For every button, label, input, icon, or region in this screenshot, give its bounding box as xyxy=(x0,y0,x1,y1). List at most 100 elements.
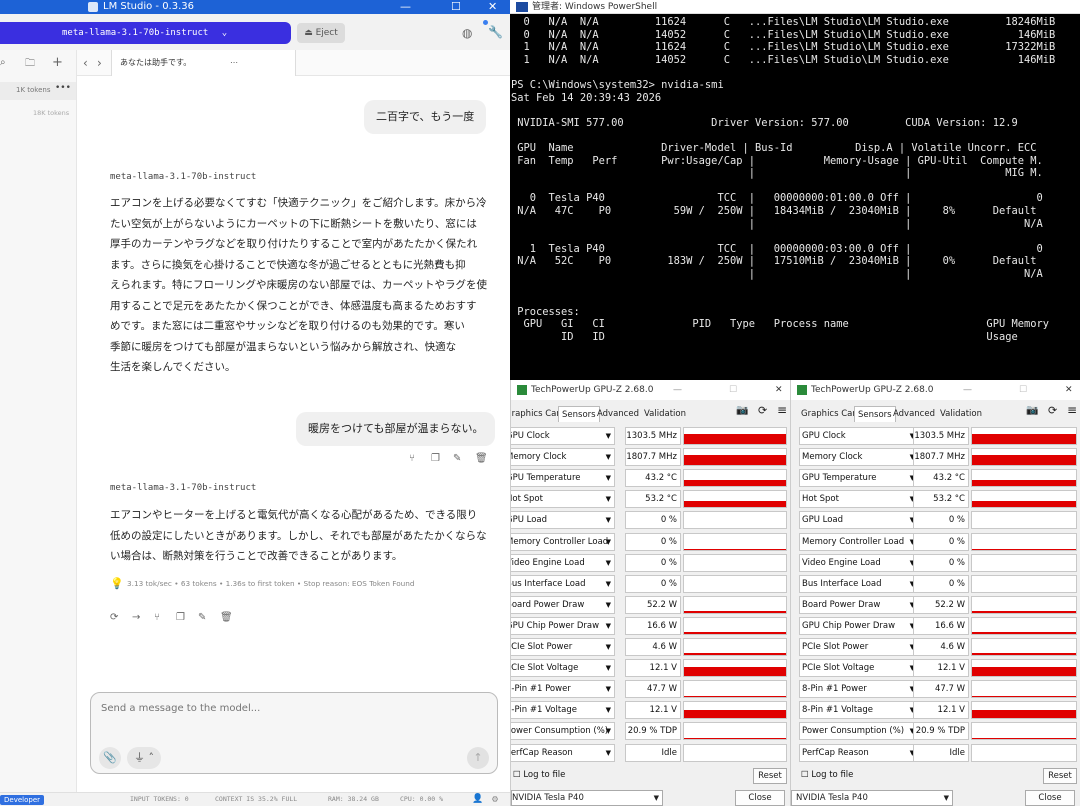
sensor-label[interactable]: Power Consumption (%) ▼ xyxy=(799,722,919,741)
sensor-label[interactable]: PCIe Slot Voltage ▼ xyxy=(799,659,919,678)
sensor-row: PCIe Slot Power ▼ 4.6 W xyxy=(791,638,1080,656)
sensor-value: 0 % xyxy=(913,574,969,593)
tab-validation[interactable]: Validation xyxy=(644,406,686,422)
back-icon[interactable]: ‹ xyxy=(83,56,88,70)
sensor-label-text: Power Consumption (%) xyxy=(510,726,609,737)
sensor-label[interactable]: PerfCap Reason ▼ xyxy=(799,743,919,762)
eject-button[interactable]: ⏏ Eject xyxy=(297,23,345,43)
sensor-label[interactable]: Bus Interface Load ▼ xyxy=(799,574,919,593)
sensor-label[interactable]: 8-Pin #1 Power ▼ xyxy=(799,680,919,699)
message-input[interactable] xyxy=(101,703,481,714)
copy-icon[interactable]: ❐ xyxy=(176,612,185,623)
tab-validation[interactable]: Validation xyxy=(940,406,982,422)
minimize-icon[interactable]: — xyxy=(400,0,411,14)
sensor-label[interactable]: Video Engine Load ▼ xyxy=(799,553,919,572)
sensor-row: Video Engine Load ▼ 0 % xyxy=(791,553,1080,572)
tab-advanced[interactable]: Advanced xyxy=(893,406,935,422)
sensor-label[interactable]: Memory Clock ▼ xyxy=(511,448,615,467)
sensor-label[interactable]: Hot Spot ▼ xyxy=(799,490,919,509)
branch-icon[interactable]: ⑂ xyxy=(154,612,160,623)
terminal-output[interactable]: 0 N/A N/A 11624 C ...Files\LM Studio\LM … xyxy=(511,16,1055,343)
close-button[interactable]: Close xyxy=(1025,790,1075,806)
sensor-label[interactable]: Board Power Draw ▼ xyxy=(511,595,615,614)
log-to-file-checkbox[interactable]: ☐ Log to file xyxy=(801,770,853,780)
sensor-label[interactable]: Hot Spot ▼ xyxy=(511,490,615,509)
sensor-label[interactable]: Memory Clock ▼ xyxy=(799,448,919,467)
regenerate-icon[interactable]: ⟳ xyxy=(110,612,118,623)
lightbulb-icon[interactable]: 💡 xyxy=(110,577,124,590)
user-icon[interactable]: 👤 xyxy=(472,793,483,806)
close-icon[interactable]: ✕ xyxy=(488,0,497,14)
sensor-label[interactable]: Board Power Draw ▼ xyxy=(799,595,919,614)
close-icon[interactable]: ✕ xyxy=(775,380,783,400)
new-folder-icon[interactable]: 🗀 xyxy=(25,56,35,73)
sensor-label[interactable]: Memory Controller Load ▼ xyxy=(799,532,919,551)
branch-icon[interactable]: ⑂ xyxy=(409,453,415,464)
sensor-label[interactable]: 8-Pin #1 Voltage ▼ xyxy=(511,701,615,720)
tab-sensors[interactable]: Sensors xyxy=(854,406,896,422)
sensor-label[interactable]: Memory Controller Load ▼ xyxy=(511,532,615,551)
sensor-label[interactable]: 8-Pin #1 Voltage ▼ xyxy=(799,701,919,720)
developer-mode-badge[interactable]: Developer xyxy=(0,795,45,805)
forward-icon[interactable]: › xyxy=(97,56,102,70)
refresh-icon[interactable]: ⟳ xyxy=(758,404,767,417)
sensor-label[interactable]: 8-Pin #1 Power ▼ xyxy=(511,680,615,699)
reset-button[interactable]: Reset xyxy=(1043,768,1077,784)
tab-advanced[interactable]: Advanced xyxy=(597,406,639,422)
wrench-icon[interactable]: 🔧 xyxy=(488,25,503,39)
maximize-icon[interactable]: ☐ xyxy=(1019,380,1027,400)
reset-button[interactable]: Reset xyxy=(753,768,787,784)
model-selector[interactable]: meta-llama-3.1-70b-instruct ⌄ xyxy=(0,22,291,44)
menu-icon[interactable]: ≡ xyxy=(777,403,787,417)
device-select[interactable]: NVIDIA Tesla P40 ▼ xyxy=(791,790,953,806)
tab-graphics-card[interactable]: Graphics Card xyxy=(801,406,861,422)
menu-icon[interactable]: ≡ xyxy=(1067,403,1077,417)
sensor-label[interactable]: Video Engine Load ▼ xyxy=(511,553,615,572)
sensor-label[interactable]: GPU Temperature ▼ xyxy=(511,469,615,488)
camera-icon[interactable]: 📷 xyxy=(736,405,748,416)
minimize-icon[interactable]: — xyxy=(963,380,972,400)
sensor-label[interactable]: GPU Clock ▼ xyxy=(511,427,615,445)
delete-icon[interactable]: 🗑 xyxy=(220,612,233,623)
sensor-label[interactable]: PCIe Slot Power ▼ xyxy=(799,638,919,656)
sensor-label[interactable]: Bus Interface Load ▼ xyxy=(511,574,615,593)
edit-icon[interactable]: ✎ xyxy=(198,612,206,623)
camera-icon[interactable]: 📷 xyxy=(1026,405,1038,416)
maximize-icon[interactable]: ☐ xyxy=(729,380,737,400)
delete-icon[interactable]: 🗑 xyxy=(475,453,488,464)
new-chat-icon[interactable]: + xyxy=(52,55,63,70)
close-icon[interactable]: ✕ xyxy=(1065,380,1073,400)
log-to-file-checkbox[interactable]: ☐ Log to file xyxy=(513,770,565,780)
more-icon[interactable]: ••• xyxy=(55,83,71,93)
palette-icon[interactable]: ◍ xyxy=(462,26,472,40)
tab-graphics-card[interactable]: Graphics Card xyxy=(511,406,565,422)
continue-icon[interactable]: → xyxy=(132,612,140,623)
dropdown-icon: ▼ xyxy=(605,537,611,546)
attach-icon[interactable]: 📎 xyxy=(99,747,121,769)
edit-icon[interactable]: ✎ xyxy=(453,453,461,464)
sensor-label[interactable]: GPU Temperature ▼ xyxy=(799,469,919,488)
copy-icon[interactable]: ❐ xyxy=(431,453,440,464)
sensor-label[interactable]: Power Consumption (%) ▼ xyxy=(510,722,615,741)
close-button[interactable]: Close xyxy=(735,790,785,806)
sensor-label[interactable]: GPU Clock ▼ xyxy=(799,427,919,445)
sensor-label[interactable]: PerfCap Reason ▼ xyxy=(511,743,615,762)
tab-more-icon[interactable]: ⋯ xyxy=(230,50,238,76)
sensor-label[interactable]: GPU Chip Power Draw ▼ xyxy=(511,616,615,635)
refresh-icon[interactable]: ⟳ xyxy=(1048,404,1057,417)
search-icon[interactable]: ⌕ xyxy=(0,57,6,68)
sensor-label[interactable]: PCIe Slot Voltage ▼ xyxy=(511,659,615,678)
gear-icon[interactable]: ⚙ xyxy=(492,793,498,806)
tab-sensors[interactable]: Sensors xyxy=(558,406,600,422)
device-select[interactable]: NVIDIA Tesla P40 ▼ xyxy=(511,790,663,806)
sensor-label[interactable]: GPU Load ▼ xyxy=(511,511,615,530)
sidebar-item-chat[interactable]: 1K tokens ••• xyxy=(0,82,76,100)
tab-chat[interactable]: あなたは助手です。 ⋯ xyxy=(111,50,296,76)
minimize-icon[interactable]: — xyxy=(673,380,682,400)
send-icon[interactable]: ↑ xyxy=(467,747,489,769)
tools-icon[interactable]: ⏚ ˄ xyxy=(127,747,161,769)
maximize-icon[interactable]: ☐ xyxy=(451,0,461,14)
sensor-label[interactable]: GPU Chip Power Draw ▼ xyxy=(799,616,919,635)
sensor-label[interactable]: GPU Load ▼ xyxy=(799,511,919,530)
sensor-label[interactable]: PCIe Slot Power ▼ xyxy=(511,638,615,656)
